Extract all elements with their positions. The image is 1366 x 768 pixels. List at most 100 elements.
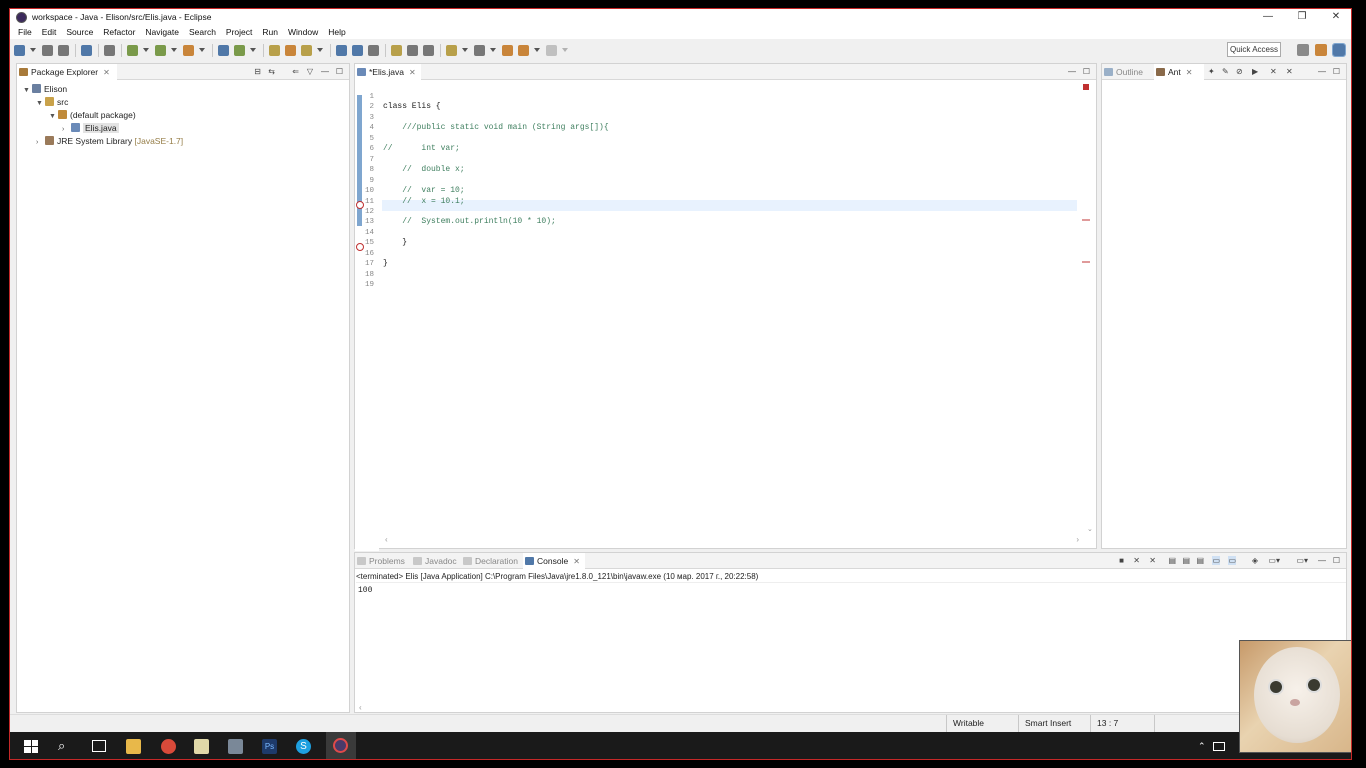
maximize-view-icon[interactable]: ☐	[1083, 67, 1090, 76]
toggle-ant-editor-icon[interactable]	[336, 44, 347, 56]
open-type-icon[interactable]	[269, 44, 280, 56]
link-with-editor-icon[interactable]: ⇆	[268, 67, 275, 76]
network-icon[interactable]	[1213, 742, 1225, 751]
scroll-lock-icon[interactable]: ▤	[1182, 556, 1190, 565]
menu-source[interactable]: Source	[66, 27, 93, 37]
code-line[interactable]: // double x;	[383, 165, 464, 176]
tree-item-default-package[interactable]: ▼ (default package)	[49, 109, 136, 121]
scroll-left-icon[interactable]: ‹	[359, 703, 362, 712]
add-buildfiles-icon[interactable]: ✦	[1208, 67, 1215, 76]
toggle-breadcrumb-icon[interactable]	[407, 44, 418, 56]
toggle-mark-occurrences-icon[interactable]	[352, 44, 363, 56]
last-edit-location-icon[interactable]	[502, 44, 513, 56]
tree-item-jre[interactable]: › JRE System Library [JavaSE-1.7]	[36, 135, 183, 147]
collapse-all-icon[interactable]: ⊟	[254, 67, 261, 76]
hide-internal-targets-icon[interactable]: ⊘	[1236, 67, 1243, 76]
remove-all-terminated-icon[interactable]: ✕	[1149, 556, 1156, 565]
terminal-icon[interactable]	[81, 44, 92, 56]
menu-navigate[interactable]: Navigate	[145, 27, 179, 37]
code-line[interactable]: }	[383, 238, 407, 249]
java-ee-perspective-icon[interactable]	[1315, 44, 1327, 56]
view-menu-icon[interactable]: ▽	[307, 67, 313, 76]
tab-problems[interactable]: Problems	[355, 553, 411, 569]
chevron-down-icon[interactable]: ▼	[23, 85, 32, 97]
minimize-view-icon[interactable]: —	[1068, 67, 1076, 76]
terminate-icon[interactable]: ■	[1119, 556, 1124, 565]
chevron-down-icon[interactable]: ▼	[36, 98, 45, 110]
open-perspective-icon[interactable]	[1297, 44, 1309, 56]
menu-refactor[interactable]: Refactor	[103, 27, 135, 37]
search-icon[interactable]	[301, 44, 312, 56]
code-line[interactable]: // int var;	[383, 144, 460, 155]
minimize-view-icon[interactable]: —	[1318, 67, 1326, 76]
show-whitespace-icon[interactable]	[391, 44, 402, 56]
horizontal-scrollbar[interactable]: ‹ ›	[379, 535, 1079, 545]
remove-all-icon[interactable]: ✕	[1286, 67, 1293, 76]
photoshop-icon[interactable]: Ps	[262, 739, 277, 754]
debug-dropdown-icon[interactable]	[143, 48, 149, 52]
menu-file[interactable]: File	[18, 27, 32, 37]
new-java-package-icon[interactable]	[218, 44, 229, 56]
pin-console-icon[interactable]: ◈	[1252, 556, 1258, 565]
tab-javadoc[interactable]: Javadoc	[411, 553, 461, 569]
external-tools-icon[interactable]	[183, 44, 194, 56]
new-java-class-icon[interactable]	[234, 44, 245, 56]
word-wrap-icon[interactable]: ▤	[1196, 556, 1204, 565]
tab-elis-java[interactable]: *Elis.java ✕	[355, 64, 421, 80]
tab-console[interactable]: Console ✕	[523, 553, 585, 569]
next-annotation-icon[interactable]	[446, 44, 457, 56]
add-buildfiles-search-icon[interactable]: ✎	[1222, 67, 1229, 76]
menu-edit[interactable]: Edit	[42, 27, 57, 37]
forward-dropdown-icon[interactable]	[562, 48, 568, 52]
tray-chevron-icon[interactable]: ⌃	[1198, 741, 1206, 752]
open-task-icon[interactable]	[285, 44, 296, 56]
close-tab-icon[interactable]: ✕	[573, 557, 580, 566]
scroll-down-icon[interactable]: ⌄	[1087, 525, 1093, 533]
code-line[interactable]: }	[383, 259, 388, 270]
search-dropdown-icon[interactable]	[317, 48, 323, 52]
skip-breakpoints-icon[interactable]	[104, 44, 115, 56]
scroll-right-icon[interactable]: ›	[1076, 535, 1079, 544]
close-tab-icon[interactable]: ✕	[1186, 68, 1193, 77]
new-class-dropdown-icon[interactable]	[250, 48, 256, 52]
previous-annotation-dropdown-icon[interactable]	[490, 48, 496, 52]
console-output[interactable]: 100	[358, 586, 372, 595]
code-line[interactable]: class Elis {	[383, 102, 441, 113]
minimize-view-icon[interactable]: —	[321, 67, 329, 76]
run-dropdown-icon[interactable]	[171, 48, 177, 52]
code-line[interactable]: // System.out.println(10 * 10);	[383, 217, 556, 228]
clear-console-icon[interactable]: ▤	[1168, 556, 1176, 565]
code-line[interactable]: // var = 10;	[383, 186, 464, 197]
tree-item-project[interactable]: ▼ Elison	[23, 83, 67, 95]
display-console-icon[interactable]: ▭▾	[1268, 556, 1280, 565]
tab-outline[interactable]: Outline	[1102, 64, 1154, 80]
run-target-icon[interactable]: ▶	[1252, 67, 1258, 76]
menu-search[interactable]: Search	[189, 27, 216, 37]
chevron-down-icon[interactable]: ▼	[49, 111, 58, 123]
new-icon[interactable]	[14, 44, 25, 56]
status-insert-mode[interactable]: Smart Insert	[1018, 715, 1090, 733]
debug-icon[interactable]	[127, 44, 138, 56]
tab-ant[interactable]: Ant ✕	[1154, 64, 1204, 80]
show-on-stdout-icon[interactable]: ▭	[1212, 556, 1220, 565]
notepad-icon[interactable]	[194, 739, 209, 754]
maximize-view-icon[interactable]: ☐	[1333, 67, 1340, 76]
save-icon[interactable]	[42, 44, 53, 56]
show-on-stderr-icon[interactable]: ▭	[1228, 556, 1236, 565]
show-source-icon[interactable]	[423, 44, 434, 56]
tab-package-explorer[interactable]: Package Explorer ✕	[17, 64, 117, 80]
task-view-icon[interactable]	[92, 740, 106, 752]
back-dropdown-icon[interactable]	[534, 48, 540, 52]
app-icon[interactable]	[228, 739, 243, 754]
forward-icon[interactable]	[546, 44, 557, 56]
focus-icon[interactable]: ⇐	[292, 67, 299, 76]
close-tab-icon[interactable]: ✕	[103, 68, 110, 77]
maximize-view-icon[interactable]: ☐	[336, 67, 343, 76]
windows-start-icon[interactable]	[24, 740, 38, 753]
code-line[interactable]: // x = 10.1;	[383, 197, 464, 208]
skype-icon[interactable]: S	[296, 739, 311, 754]
scroll-left-icon[interactable]: ‹	[385, 535, 388, 544]
next-annotation-dropdown-icon[interactable]	[462, 48, 468, 52]
java-perspective-icon[interactable]	[1332, 43, 1346, 57]
remove-launch-icon[interactable]: ✕	[1133, 556, 1140, 565]
